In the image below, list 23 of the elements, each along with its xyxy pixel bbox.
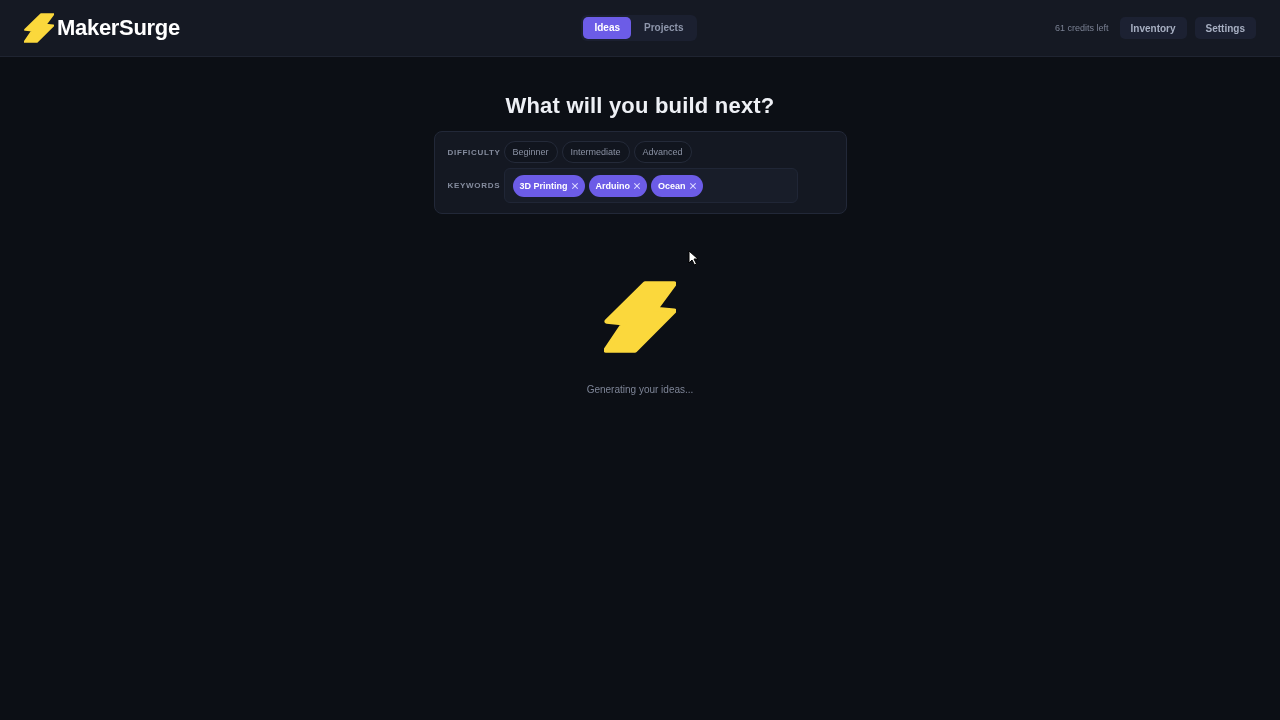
- mouse-cursor-icon: [688, 250, 699, 266]
- nav-tab[interactable]: Ideas: [583, 17, 632, 39]
- header-button[interactable]: Inventory: [1119, 17, 1187, 39]
- close-icon: [689, 182, 696, 189]
- close-icon: [634, 182, 640, 189]
- difficulty-option[interactable]: Beginner: [503, 141, 558, 163]
- keyword-chip[interactable]: Arduino: [588, 174, 647, 197]
- keyword-input[interactable]: 3D Printing Arduino Ocean: [503, 168, 798, 203]
- close-icon: [571, 182, 578, 189]
- filter-label: KEYWORDS: [447, 181, 502, 190]
- difficulty-option[interactable]: Advanced: [633, 141, 692, 163]
- keyword-chip[interactable]: Ocean: [651, 174, 703, 197]
- nav-tab[interactable]: Projects: [633, 17, 695, 39]
- loading-message: Generating your ideas...: [586, 384, 694, 395]
- difficulty-option[interactable]: Intermediate: [561, 141, 630, 163]
- app-logo-text: MakerSurge: [57, 15, 180, 41]
- filter-label: DIFFICULTY: [447, 147, 502, 157]
- page-heading: What will you build next?: [505, 93, 775, 119]
- header-button[interactable]: Settings: [1194, 17, 1256, 39]
- credits-text: 61 credits left: [1055, 23, 1109, 33]
- lightning-bolt-icon: [604, 281, 676, 353]
- lightning-bolt-logo-icon: [24, 13, 54, 43]
- keyword-chip[interactable]: 3D Printing: [512, 174, 585, 197]
